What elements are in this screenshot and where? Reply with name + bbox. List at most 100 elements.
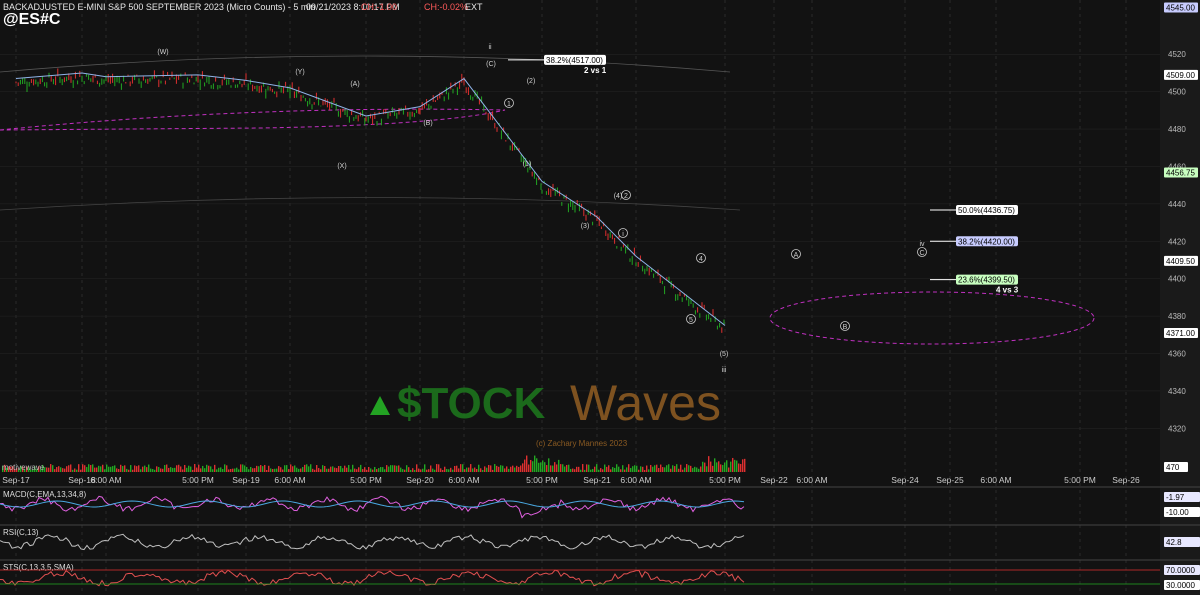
volume-bar: [210, 466, 212, 472]
volume-bar: [456, 465, 458, 472]
y-tick-label: 4480: [1168, 125, 1186, 134]
y-tick-label: 4400: [1168, 275, 1186, 284]
volume-bar: [102, 464, 104, 472]
volume-bar: [516, 465, 518, 472]
volume-bar: [348, 465, 350, 472]
volume-bar: [618, 466, 620, 472]
wave-label: (1): [523, 161, 532, 168]
y-tick-label: 4320: [1168, 424, 1186, 433]
volume-bar: [636, 465, 638, 472]
volume-bar: [726, 460, 728, 472]
volume-bar: [556, 464, 558, 472]
volume-bar: [660, 464, 662, 472]
volume-bar: [494, 464, 496, 472]
volume-bar: [554, 462, 556, 472]
volume-bar: [50, 464, 52, 472]
volume-bar: [452, 469, 454, 472]
volume-bar: [160, 468, 162, 472]
volume-bar: [548, 458, 550, 472]
volume-bar: [716, 462, 718, 472]
volume-bar: [174, 467, 176, 472]
volume-bar: [642, 466, 644, 472]
volume-bar: [626, 467, 628, 472]
volume-bar: [198, 464, 200, 472]
volume-bar: [264, 464, 266, 472]
volume-bar: [462, 464, 464, 472]
volume-bar: [90, 465, 92, 472]
volume-bar: [522, 463, 524, 472]
volume-bar: [514, 467, 516, 472]
volume-bar: [640, 466, 642, 472]
y-tick-label: 4340: [1168, 387, 1186, 396]
volume-bar: [506, 466, 508, 472]
volume-bar: [294, 465, 296, 472]
volume-bar: [156, 466, 158, 472]
volume-bar: [254, 468, 256, 472]
volume-bar: [220, 467, 222, 472]
volume-bar: [274, 468, 276, 472]
volume-bar: [702, 461, 704, 472]
volume-bar: [394, 465, 396, 472]
volume-bar: [638, 469, 640, 472]
volume-bar: [612, 467, 614, 472]
volume-bar: [472, 468, 474, 472]
volume-bar: [352, 464, 354, 472]
volume-bar: [586, 464, 588, 472]
volume-bar: [378, 468, 380, 472]
x-tick-label: Sep-20: [406, 475, 434, 485]
volume-bar: [276, 468, 278, 472]
volume-bar: [666, 465, 668, 472]
volume-bar: [596, 464, 598, 472]
wave-label: (A): [350, 81, 359, 88]
volume-bar: [728, 467, 730, 472]
volume-bar: [184, 464, 186, 472]
volume-bar: [652, 466, 654, 472]
volume-bar: [720, 464, 722, 472]
x-tick-label: 6:00 AM: [796, 475, 827, 485]
volume-bar: [328, 468, 330, 472]
volume-bar: [336, 468, 338, 472]
volume-bar: [144, 465, 146, 472]
volume-bar: [152, 469, 154, 472]
volume-bar: [298, 468, 300, 472]
volume-bar: [136, 466, 138, 472]
volume-bar: [196, 467, 198, 472]
indicator-value-label: -10.00: [1166, 508, 1189, 517]
volume-bar: [202, 465, 204, 472]
volume-bar: [72, 469, 74, 472]
watermark-brand-left: $TOCK: [397, 379, 546, 428]
indicator-value-label: 30.0000: [1166, 581, 1195, 590]
volume-bar: [448, 469, 450, 472]
volume-bar: [302, 466, 304, 472]
price-chart-canvas[interactable]: $TOCK Waves (c) Zachary Mannes 2023 4320 434…: [0, 0, 1200, 595]
volume-bar: [624, 469, 626, 472]
volume-bar: [172, 467, 174, 472]
volume-bar: [610, 469, 612, 472]
volume-bar: [524, 459, 526, 472]
volume-bar: [288, 469, 290, 472]
volume-bar: [224, 464, 226, 472]
volume-bar: [256, 465, 258, 472]
volume-bar: [240, 464, 242, 472]
volume-bar: [566, 464, 568, 472]
volume-bar: [730, 461, 732, 472]
volume-bar: [194, 464, 196, 472]
volume-bar: [222, 469, 224, 472]
volume-bar: [370, 468, 372, 472]
volume-bar: [200, 468, 202, 472]
volume-bar: [350, 469, 352, 472]
volume-bar: [560, 464, 562, 472]
volume-bar: [150, 468, 152, 472]
volume-bar: [338, 465, 340, 472]
fib-level-note: 4 vs 3: [996, 286, 1019, 295]
x-tick-label: 6:00 AM: [90, 475, 121, 485]
x-tick-label: 6:00 AM: [620, 475, 651, 485]
volume-bar: [590, 469, 592, 472]
volume-bar: [420, 469, 422, 472]
wave-label: 1: [507, 101, 511, 108]
volume-bar: [656, 464, 658, 472]
volume-bar: [358, 467, 360, 472]
volume-bar: [654, 465, 656, 472]
volume-bar: [460, 464, 462, 472]
volume-bar: [498, 466, 500, 472]
